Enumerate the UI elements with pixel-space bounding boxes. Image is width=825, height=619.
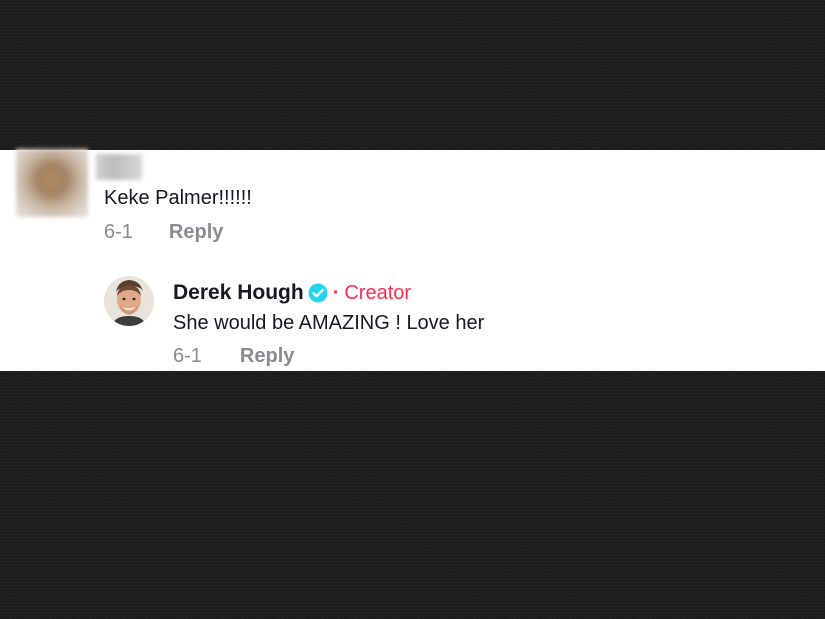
comment-reply-button[interactable]: Reply xyxy=(169,221,223,244)
reply-date: 6-1 xyxy=(173,345,202,367)
reply-meta: 6-1 Reply xyxy=(173,345,294,368)
reply-reply-button[interactable]: Reply xyxy=(240,345,294,368)
comment-text: Keke Palmer!!!!!! xyxy=(104,187,252,209)
comment-date: 6-1 xyxy=(104,221,133,243)
avatar-photo-icon xyxy=(104,276,154,326)
commenter-username-redacted[interactable] xyxy=(96,154,142,180)
verified-badge-icon xyxy=(308,283,328,303)
dark-background-top xyxy=(0,0,825,150)
reply-text: She would be AMAZING ! Love her xyxy=(173,312,485,334)
separator-dot: · xyxy=(332,281,340,304)
reply-author-name[interactable]: Derek Hough xyxy=(173,281,304,305)
comment-panel xyxy=(0,150,825,371)
creator-label: Creator xyxy=(344,281,412,304)
dark-background-bottom xyxy=(0,371,825,619)
comment-meta: 6-1 Reply xyxy=(104,221,223,244)
reply-header: Derek Hough · Creator xyxy=(173,281,411,305)
reply-author-avatar[interactable] xyxy=(104,276,154,326)
commenter-avatar[interactable] xyxy=(16,149,88,217)
